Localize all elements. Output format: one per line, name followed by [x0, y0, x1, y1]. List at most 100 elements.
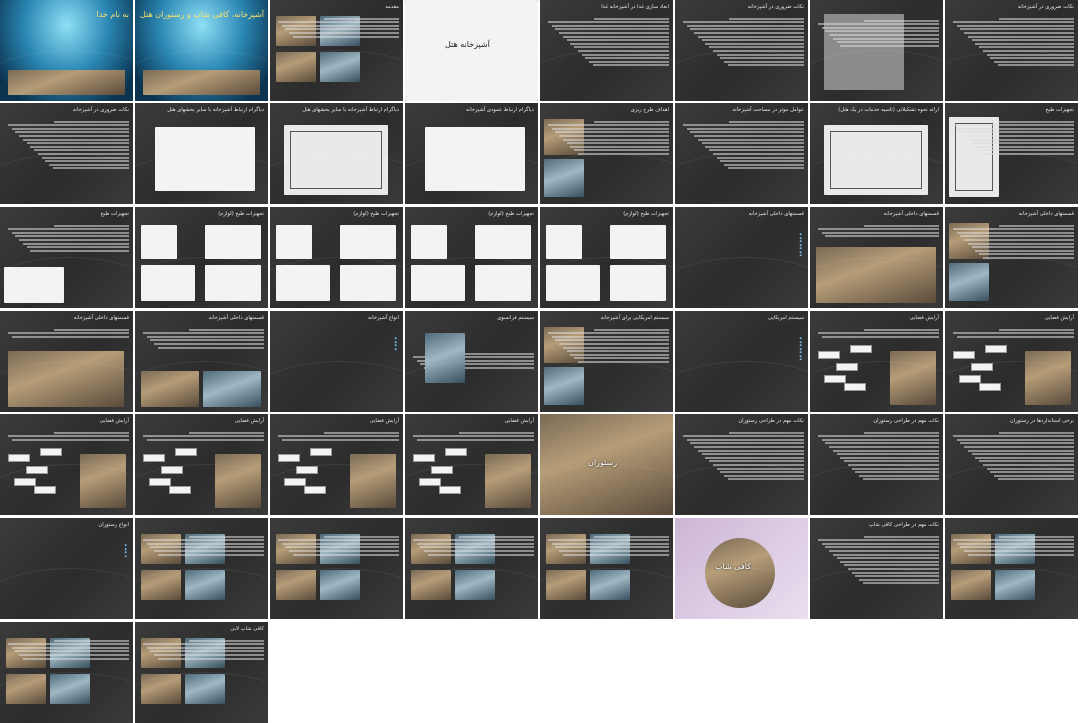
- slide-title: تجهیزات طبخ (لوازم): [353, 211, 399, 217]
- slide-thumbnail[interactable]: قسمتهای داخلی آشپزخانه: [945, 207, 1078, 308]
- text-lines: [274, 16, 399, 39]
- thumbnail-image: [455, 570, 495, 600]
- slide-thumbnail[interactable]: سیستم فرانسوی: [405, 311, 538, 412]
- slide-thumbnail[interactable]: قسمتهای داخلی آشپزخانه: [810, 207, 943, 308]
- slide-thumbnail[interactable]: نکات مهم در طراحی رستوران: [675, 414, 808, 515]
- slide-title: ارائه نحوه تشکیلاتی (تاسیه خدمات در یک ه…: [838, 107, 939, 113]
- thumbnail-image: [205, 265, 261, 301]
- slide-thumbnail[interactable]: اهداف طرح ریزی: [540, 103, 673, 204]
- thumbnail-image: [185, 674, 225, 704]
- slide-thumbnail[interactable]: قسمتهای داخلی آشپزخانه: [135, 311, 268, 412]
- slide-thumbnail[interactable]: آرایش فضایی: [270, 414, 403, 515]
- slide-thumbnail[interactable]: آرایش فضایی: [0, 414, 133, 515]
- slide-thumbnail[interactable]: [135, 518, 268, 619]
- slide-thumbnail[interactable]: نکات ضروری در آشپزخانه: [0, 103, 133, 204]
- slide-thumbnail[interactable]: به نام خدا: [0, 0, 133, 101]
- slide-title: آرایش فضایی: [99, 418, 129, 424]
- text-lines: [544, 16, 669, 68]
- thumbnail-image: [411, 225, 447, 259]
- thumbnail-image: [141, 570, 181, 600]
- slide-thumbnail[interactable]: آشپزخانه، کافی شاپ و رستوران هتل: [135, 0, 268, 101]
- slide-thumbnail[interactable]: ارائه نحوه تشکیلاتی (تاسیه خدمات در یک ه…: [810, 103, 943, 204]
- slide-thumbnail[interactable]: دیاگرام ارتباط عمودی آشپزخانه: [405, 103, 538, 204]
- restaurant-caption: رستوران: [588, 458, 618, 467]
- thumbnail-image: [995, 570, 1035, 600]
- slide-thumbnail[interactable]: آرایش فضایی: [405, 414, 538, 515]
- slide-thumbnail[interactable]: دیاگرام ارتباط آشپزخانه با سایر بخشهای ه…: [135, 103, 268, 204]
- slide-thumbnail[interactable]: [810, 0, 943, 101]
- slide-title: قسمتهای داخلی آشپزخانه: [73, 315, 129, 321]
- slide-title: تجهیزات طبخ (لوازم): [488, 211, 534, 217]
- slide-title: دیاگرام ارتباط عمودی آشپزخانه: [466, 107, 534, 113]
- slide-title: آرایش فضایی: [909, 315, 939, 321]
- diagram-image: [425, 333, 465, 383]
- slide-thumbnail[interactable]: آرایش فضایی: [810, 311, 943, 412]
- slide-title: تجهیزات طبخ: [100, 211, 129, 217]
- thumbnail-image: [6, 674, 46, 704]
- slide-thumbnail[interactable]: قسمتهای داخلی آشپزخانه: [675, 207, 808, 308]
- thumbnail-image: [141, 265, 195, 301]
- thumbnail-image: [544, 367, 584, 405]
- slide-thumbnail[interactable]: ابعاد سازی غذا در آشپزخانه غذا: [540, 0, 673, 101]
- slide-title: دیاگرام ارتباط آشپزخانه با سایر بخشهای ه…: [167, 107, 264, 113]
- thumbnail-image: [610, 265, 666, 301]
- floor-plan-image: [284, 125, 388, 195]
- slide-thumbnail[interactable]: دیاگرام ارتباط آشپزخانه با سایر بخشهای ه…: [270, 103, 403, 204]
- slide-thumbnail[interactable]: کافی شاپ لابی: [135, 622, 268, 723]
- slide-title: آرایش فضایی: [234, 418, 264, 424]
- slide-thumbnail[interactable]: [270, 518, 403, 619]
- slide-title: نکات مهم در طراحی رستوران: [873, 418, 939, 424]
- slide-thumbnail[interactable]: [945, 518, 1078, 619]
- slide-thumbnail[interactable]: سیستم امریکایی: [675, 311, 808, 412]
- thumbnail-image: [949, 263, 989, 301]
- slide-thumbnail[interactable]: تجهیزات طبخ (لوازم): [135, 207, 268, 308]
- slide-thumbnail[interactable]: تجهیزات طبخ (لوازم): [540, 207, 673, 308]
- slide-title: اهداف طرح ریزی: [630, 107, 669, 113]
- space-photo: [350, 454, 396, 508]
- thumbnail-image: [610, 225, 666, 259]
- slide-thumbnail[interactable]: آشپزخانه هتلآشپزخانه هتل: [405, 0, 538, 101]
- slide-thumbnail[interactable]: [0, 622, 133, 723]
- slide-thumbnail[interactable]: سیستم امریکایی برای آشپزخانه: [540, 311, 673, 412]
- slide-thumbnail[interactable]: کافی شاپکافی شاپ: [675, 518, 808, 619]
- restaurant-floor-image: [143, 70, 260, 95]
- slide-thumbnail[interactable]: آرایش فضایی: [945, 311, 1078, 412]
- slide-thumbnail[interactable]: آرایش فضایی: [135, 414, 268, 515]
- text-lines: [814, 223, 939, 239]
- thumbnail-image: [276, 570, 316, 600]
- bullet-list: [317, 335, 397, 349]
- text-lines: [409, 430, 534, 442]
- slide-thumbnail[interactable]: عوامل موثر در مساحت آشپزخانه: [675, 103, 808, 204]
- text-lines: [814, 430, 939, 482]
- slide-thumbnail[interactable]: انواع آشپزخانه: [270, 311, 403, 412]
- cafe-caption: کافی شاپ: [715, 562, 751, 571]
- slide-thumbnail[interactable]: نکات ضروری در آشپزخانه: [945, 0, 1078, 101]
- restaurant-photo: [540, 414, 673, 515]
- slide-thumbnail[interactable]: نکات مهم در طراحی کافی شاپ: [810, 518, 943, 619]
- thumbnail-image: [203, 371, 261, 407]
- slide-thumbnail[interactable]: انواع رستوران: [0, 518, 133, 619]
- coffee-cup-photo: [705, 538, 775, 608]
- text-lines: [814, 18, 939, 48]
- slide-thumbnail[interactable]: [405, 518, 538, 619]
- slide-thumbnail[interactable]: تجهیزات طبخ (لوازم): [270, 207, 403, 308]
- thumbnail-image: [50, 674, 90, 704]
- slide-thumbnail[interactable]: تجهیزات طبخ: [945, 103, 1078, 204]
- slide-thumbnail[interactable]: برخی استانداردها در رستوران: [945, 414, 1078, 515]
- slide-thumbnail[interactable]: تجهیزات طبخ: [0, 207, 133, 308]
- slide-title: آرایش فضایی: [1044, 315, 1074, 321]
- thumbnail-image: [185, 570, 225, 600]
- slide-thumbnail[interactable]: رستورانرستوران: [540, 414, 673, 515]
- slide-thumbnail[interactable]: نکات ضروری در آشپزخانه: [675, 0, 808, 101]
- slide-thumbnail[interactable]: قسمتهای داخلی آشپزخانه: [0, 311, 133, 412]
- slide-thumbnail[interactable]: مقدمه: [270, 0, 403, 101]
- bullet-list: [722, 231, 802, 256]
- text-lines: [139, 327, 264, 350]
- slide-thumbnail[interactable]: [540, 518, 673, 619]
- slide-thumbnail[interactable]: نکات مهم در طراحی رستوران: [810, 414, 943, 515]
- slide-thumbnail[interactable]: تجهیزات طبخ (لوازم): [405, 207, 538, 308]
- thumbnail-image: [546, 570, 586, 600]
- slide-title: قسمتهای داخلی آشپزخانه: [748, 211, 804, 217]
- text-lines: [949, 327, 1074, 339]
- slide-title: ابعاد سازی غذا در آشپزخانه غذا: [601, 4, 669, 10]
